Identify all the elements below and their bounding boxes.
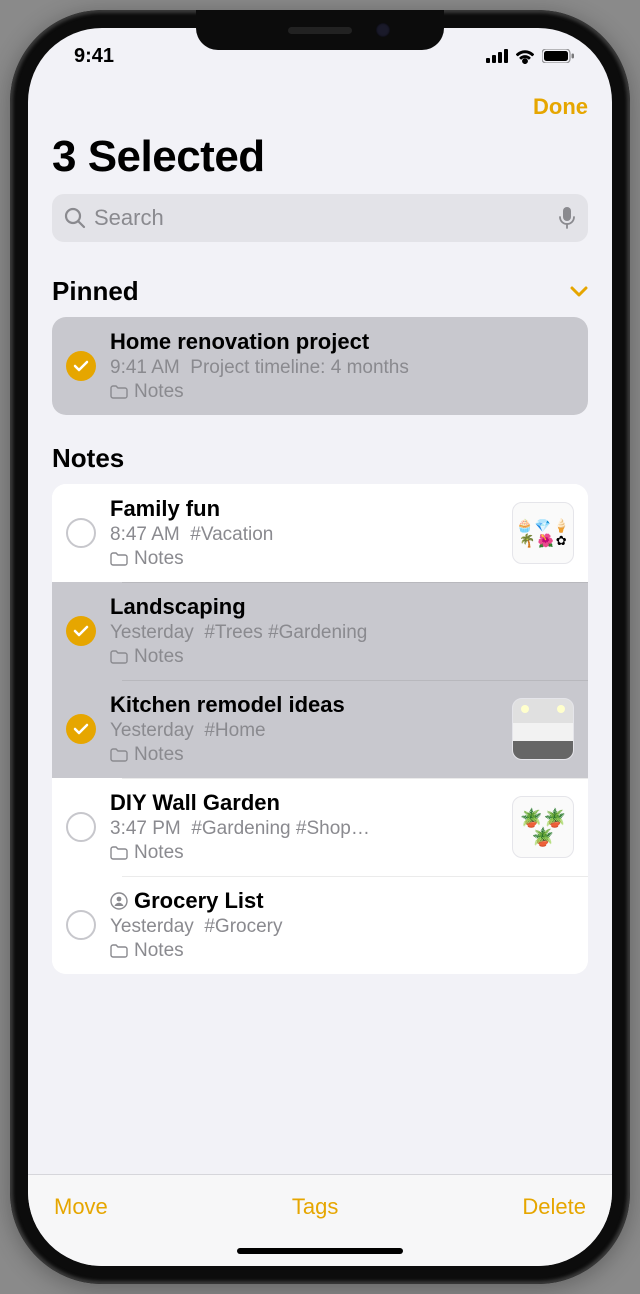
notes-header: Notes	[28, 415, 612, 484]
note-folder: Notes	[110, 744, 498, 766]
note-folder: Notes	[110, 548, 498, 570]
note-thumbnail: 🪴🪴🪴	[512, 796, 574, 858]
note-subtitle: Yesterday #Home	[110, 720, 498, 742]
note-title: Home renovation project	[110, 329, 574, 355]
note-subtitle: Yesterday #Trees #Gardening	[110, 622, 574, 644]
folder-icon	[110, 748, 128, 762]
note-row[interactable]: LandscapingYesterday #Trees #GardeningNo…	[52, 582, 588, 680]
selection-unchecked-icon[interactable]	[66, 910, 96, 940]
folder-icon	[110, 846, 128, 860]
notes-label: Notes	[52, 443, 124, 474]
note-row[interactable]: Home renovation project9:41 AM Project t…	[52, 317, 588, 415]
note-subtitle: 8:47 AM #Vacation	[110, 524, 498, 546]
signal-icon	[486, 49, 508, 63]
note-title: Family fun	[110, 496, 498, 522]
search-placeholder: Search	[94, 205, 550, 231]
note-folder: Notes	[110, 381, 574, 403]
note-body: DIY Wall Garden3:47 PM #Gardening #Shop……	[110, 790, 498, 864]
note-row[interactable]: Grocery ListYesterday #GroceryNotes	[52, 876, 588, 974]
note-subtitle: 9:41 AM Project timeline: 4 months	[110, 357, 574, 379]
wifi-icon	[514, 48, 536, 64]
chevron-down-icon	[570, 286, 588, 298]
search-icon	[64, 207, 86, 229]
home-indicator[interactable]	[28, 1238, 612, 1266]
note-body: LandscapingYesterday #Trees #GardeningNo…	[110, 594, 574, 668]
selection-checked-icon[interactable]	[66, 714, 96, 744]
folder-icon	[110, 650, 128, 664]
done-button[interactable]: Done	[533, 94, 588, 120]
note-row[interactable]: Kitchen remodel ideasYesterday #HomeNote…	[52, 680, 588, 778]
selection-unchecked-icon[interactable]	[66, 518, 96, 548]
note-subtitle: 3:47 PM #Gardening #Shop…	[110, 818, 498, 840]
note-title: Kitchen remodel ideas	[110, 692, 498, 718]
note-body: Home renovation project9:41 AM Project t…	[110, 329, 574, 403]
note-row[interactable]: DIY Wall Garden3:47 PM #Gardening #Shop……	[52, 778, 588, 876]
selection-unchecked-icon[interactable]	[66, 812, 96, 842]
note-body: Family fun8:47 AM #VacationNotes	[110, 496, 498, 570]
status-time: 9:41	[74, 45, 114, 68]
tags-button[interactable]: Tags	[292, 1194, 338, 1220]
selection-checked-icon[interactable]	[66, 351, 96, 381]
note-thumbnail	[512, 698, 574, 760]
note-thumbnail: 🧁💎🍦🌴🌺✿	[512, 502, 574, 564]
page-title: 3 Selected	[28, 126, 612, 194]
note-folder: Notes	[110, 940, 574, 962]
folder-icon	[110, 385, 128, 399]
note-folder: Notes	[110, 646, 574, 668]
mic-icon[interactable]	[558, 206, 576, 230]
delete-button[interactable]: Delete	[522, 1194, 586, 1220]
note-title: Grocery List	[110, 888, 574, 914]
note-body: Kitchen remodel ideasYesterday #HomeNote…	[110, 692, 498, 766]
search-field[interactable]: Search	[52, 194, 588, 242]
pinned-list: Home renovation project9:41 AM Project t…	[52, 317, 588, 415]
selection-checked-icon[interactable]	[66, 616, 96, 646]
nav-bar: Done	[28, 84, 612, 126]
status-icons	[486, 48, 574, 64]
note-title: DIY Wall Garden	[110, 790, 498, 816]
shared-icon	[110, 892, 128, 910]
move-button[interactable]: Move	[54, 1194, 108, 1220]
pinned-label: Pinned	[52, 276, 139, 307]
bottom-toolbar: Move Tags Delete	[28, 1174, 612, 1238]
note-subtitle: Yesterday #Grocery	[110, 916, 574, 938]
note-body: Grocery ListYesterday #GroceryNotes	[110, 888, 574, 962]
note-folder: Notes	[110, 842, 498, 864]
folder-icon	[110, 944, 128, 958]
folder-icon	[110, 552, 128, 566]
note-title: Landscaping	[110, 594, 574, 620]
battery-icon	[542, 49, 574, 63]
pinned-header[interactable]: Pinned	[28, 262, 612, 317]
note-row[interactable]: Family fun8:47 AM #VacationNotes🧁💎🍦🌴🌺✿	[52, 484, 588, 582]
notes-list: Family fun8:47 AM #VacationNotes🧁💎🍦🌴🌺✿La…	[52, 484, 588, 974]
